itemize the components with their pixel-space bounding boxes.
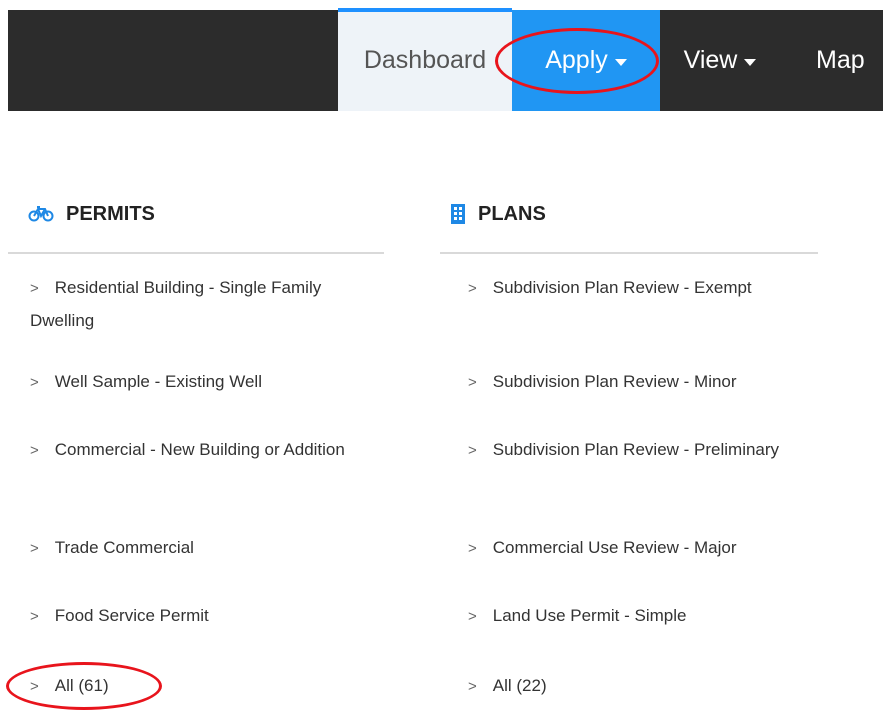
chevron-right-icon: > <box>30 442 39 459</box>
plan-item-label: Commercial Use Review - Major <box>492 538 737 557</box>
chevron-right-icon: > <box>468 540 477 557</box>
nav-map[interactable]: Map <box>780 10 883 111</box>
permit-item-all[interactable]: > All (61) <box>30 670 370 703</box>
permits-column: PERMITS <box>8 196 384 254</box>
chevron-right-icon: > <box>30 608 39 625</box>
plan-item-commercial-use-major[interactable]: > Commercial Use Review - Major <box>468 532 808 565</box>
plan-item-label: Subdivision Plan Review - Preliminary <box>492 440 780 459</box>
chevron-right-icon: > <box>30 374 39 391</box>
plan-item-subdivision-exempt[interactable]: > Subdivision Plan Review - Exempt <box>468 272 808 305</box>
chevron-right-icon: > <box>468 678 477 695</box>
chevron-right-icon: > <box>468 442 477 459</box>
plans-column: PLANS <box>440 196 818 254</box>
permit-item-trade-commercial[interactable]: > Trade Commercial <box>30 532 370 565</box>
permit-item-residential-building[interactable]: > Residential Building - Single Family Dw… <box>30 272 370 337</box>
plan-item-all[interactable]: > All (22) <box>468 670 808 703</box>
nav-apply-dropdown[interactable]: Apply <box>512 10 660 111</box>
building-icon <box>450 204 466 224</box>
permit-item-label: Food Service Permit <box>54 606 209 625</box>
permit-item-label: Commercial - New Building or Addition <box>54 440 345 459</box>
plans-divider <box>440 252 818 254</box>
nav-dashboard[interactable]: Dashboard <box>338 8 512 111</box>
permit-item-well-sample[interactable]: > Well Sample - Existing Well <box>30 366 370 399</box>
nav-view-label: View <box>683 46 738 74</box>
chevron-right-icon: > <box>468 374 477 391</box>
permit-item-label: Trade Commercial <box>54 538 194 557</box>
caret-down-icon <box>744 58 757 66</box>
bicycle-icon <box>28 206 54 222</box>
permit-item-food-service[interactable]: > Food Service Permit <box>30 600 370 633</box>
chevron-right-icon: > <box>468 608 477 625</box>
top-navbar: Dashboard Apply View Map <box>8 8 883 111</box>
chevron-right-icon: > <box>30 280 39 297</box>
plan-item-label: Subdivision Plan Review - Exempt <box>492 278 752 297</box>
caret-down-icon <box>614 58 627 66</box>
plan-item-land-use-simple[interactable]: > Land Use Permit - Simple <box>468 600 808 633</box>
permit-item-commercial-new-building[interactable]: > Commercial - New Building or Addition <box>30 434 370 467</box>
plans-header: PLANS <box>440 196 818 232</box>
nav-dashboard-label: Dashboard <box>363 46 487 74</box>
nav-apply-label: Apply <box>545 46 608 74</box>
permit-item-label: Residential Building - Single Family Dwe… <box>30 278 322 330</box>
nav-view-dropdown[interactable]: View <box>660 10 780 111</box>
permit-item-label: All (61) <box>54 676 109 695</box>
plans-title: PLANS <box>478 202 546 225</box>
permits-header: PERMITS <box>8 196 384 232</box>
chevron-right-icon: > <box>30 540 39 557</box>
plan-item-label: Land Use Permit - Simple <box>492 606 687 625</box>
plan-item-label: All (22) <box>492 676 547 695</box>
permits-divider <box>8 252 384 254</box>
permit-item-label: Well Sample - Existing Well <box>54 372 262 391</box>
chevron-right-icon: > <box>30 678 39 695</box>
plan-item-subdivision-preliminary[interactable]: > Subdivision Plan Review - Preliminary <box>468 434 808 467</box>
plan-item-label: Subdivision Plan Review - Minor <box>492 372 737 391</box>
nav-map-label: Map <box>816 46 865 74</box>
chevron-right-icon: > <box>468 280 477 297</box>
permits-title: PERMITS <box>66 202 155 225</box>
plan-item-subdivision-minor[interactable]: > Subdivision Plan Review - Minor <box>468 366 808 399</box>
